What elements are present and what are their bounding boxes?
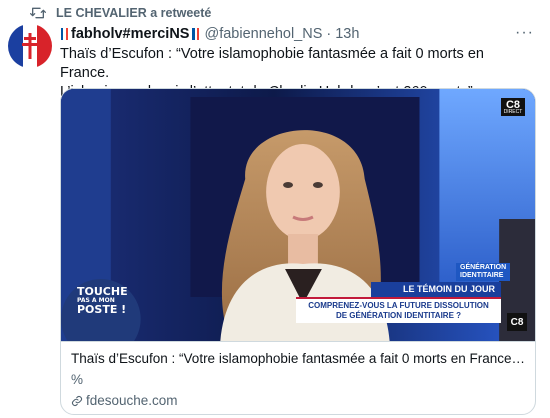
more-options-icon[interactable]: ··· xyxy=(515,24,534,42)
separator-dot: · xyxy=(326,26,332,42)
card-title[interactable]: Thaïs d’Escufon : “Votre islamophobie fa… xyxy=(71,350,525,368)
card-domain[interactable]: fdesouche.com xyxy=(71,392,525,410)
retweet-icon xyxy=(30,7,46,19)
author-handle[interactable]: @fabiennehol_NS xyxy=(204,26,322,42)
card-domain-text: fdesouche.com xyxy=(86,393,178,408)
ticker-banner: COMPRENEZ-VOUS LA FUTURE DISSOLUTION DE … xyxy=(296,297,501,323)
retweet-indicator[interactable]: LE CHEVALIER a retweeté xyxy=(30,4,211,22)
avatar[interactable] xyxy=(8,24,52,68)
channel-logo: C8 DIRECT xyxy=(501,98,525,116)
french-flag-icon xyxy=(61,28,68,40)
tweet-text-line-1: Thaïs d’Escufon : “Votre islamophobie fa… xyxy=(60,46,484,81)
show-logo: TOUCHE PAS A MON POSTE ! xyxy=(77,285,128,316)
guest-tag: GÉNÉRATION IDENTITAIRE xyxy=(456,263,511,281)
french-flag-icon xyxy=(192,28,200,40)
card-image[interactable]: C8 DIRECT TOUCHE PAS A MON POSTE ! GÉNÉR… xyxy=(61,89,535,341)
card-description: % xyxy=(71,372,84,387)
card-info[interactable]: Thaïs d’Escufon : “Votre islamophobie fa… xyxy=(61,341,535,414)
link-card[interactable]: C8 DIRECT TOUCHE PAS A MON POSTE ! GÉNÉR… xyxy=(60,88,536,415)
link-icon xyxy=(71,395,83,407)
lorraine-cross-icon xyxy=(22,33,38,59)
tweet-header: fabholv#merciNS @fabiennehol_NS · 13h ··… xyxy=(60,24,540,44)
lower-third-banner: GÉNÉRATION IDENTITAIRE LE TÉMOIN DU JOUR… xyxy=(296,263,511,323)
retweet-label: LE CHEVALIER a retweeté xyxy=(56,6,212,20)
witness-banner: LE TÉMOIN DU JOUR xyxy=(371,282,501,297)
author-display-name[interactable]: fabholv#merciNS xyxy=(71,26,189,42)
corner-channel-logo: C8 xyxy=(507,313,527,331)
tweet-timestamp[interactable]: 13h xyxy=(335,26,359,42)
